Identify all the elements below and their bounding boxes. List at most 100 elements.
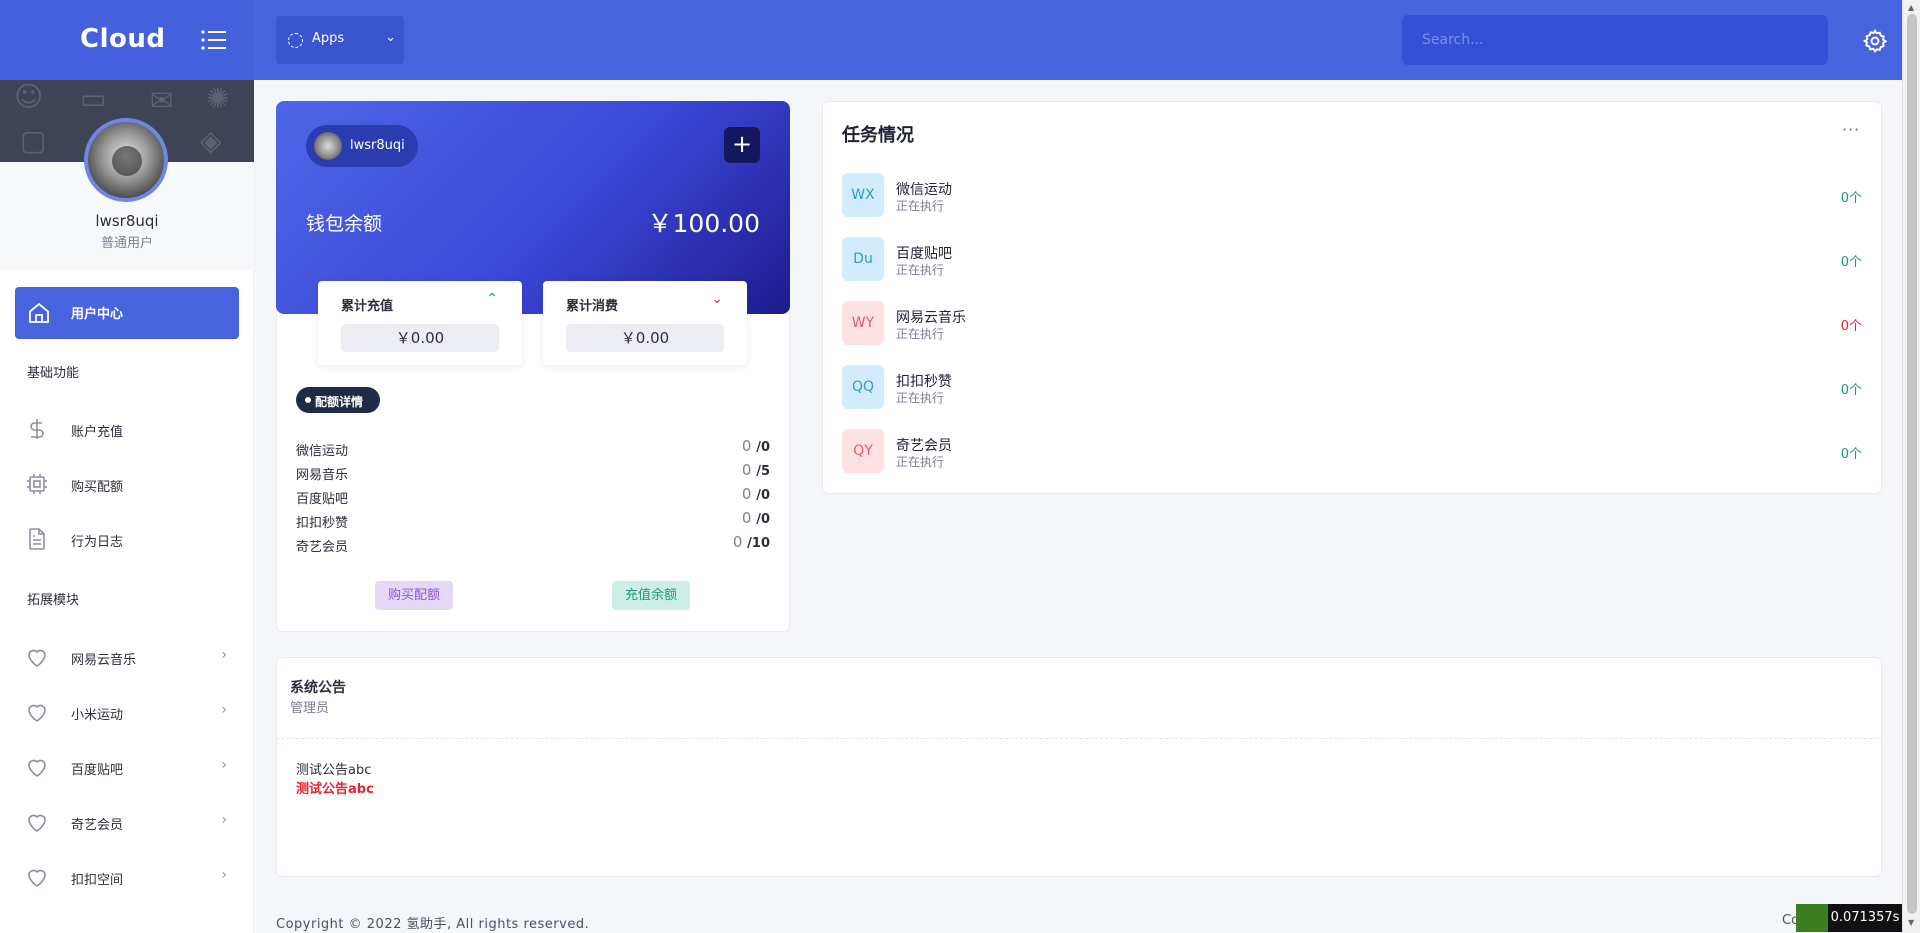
task-row[interactable]: WX 微信运动 正在执行 0个 bbox=[842, 173, 1862, 217]
notice-line-highlight: 测试公告abc bbox=[296, 782, 374, 797]
task-row[interactable]: QQ 扣扣秒赞 正在执行 0个 bbox=[842, 365, 1862, 409]
task-badge: QY bbox=[842, 429, 884, 473]
section-basic: 基础功能 bbox=[27, 366, 80, 381]
sidebar-item-label: 扣扣空间 bbox=[71, 873, 124, 888]
chevron-right-icon: › bbox=[221, 812, 227, 828]
sidebar-item-mi-sport[interactable]: 小米运动 › bbox=[15, 690, 239, 734]
task-status: 正在执行 bbox=[896, 199, 945, 213]
buy-quota-button[interactable]: 购买配额 bbox=[375, 581, 453, 610]
total-recharge-title: 累计充值 bbox=[341, 299, 394, 314]
task-name: 微信运动 bbox=[896, 182, 952, 198]
wallet-user-pill[interactable]: lwsr8uqi bbox=[306, 125, 418, 167]
chevron-down-icon: ⌄ bbox=[385, 30, 396, 45]
search-input[interactable] bbox=[1402, 15, 1828, 65]
sidebar-item-user-center[interactable]: 用户中心 bbox=[15, 287, 239, 339]
notice-line: 测试公告abc bbox=[296, 763, 372, 778]
quota-row: 百度贴吧 0 /0 bbox=[296, 485, 770, 507]
monitor-icon: ▭ bbox=[80, 82, 107, 115]
wallet-user-name: lwsr8uqi bbox=[350, 138, 405, 153]
notice-author: 管理员 bbox=[290, 701, 330, 716]
task-count: 0个 bbox=[1840, 319, 1862, 334]
quota-details-badge[interactable]: 配额详情 bbox=[296, 387, 380, 413]
gear-icon[interactable] bbox=[1862, 28, 1888, 54]
quota-name: 网易音乐 bbox=[296, 468, 349, 483]
menu-list-icon[interactable] bbox=[200, 28, 228, 52]
add-button[interactable]: + bbox=[724, 127, 760, 163]
sidebar-item-label: 百度贴吧 bbox=[71, 763, 124, 778]
chevron-down-icon: ⌄ bbox=[711, 291, 723, 307]
task-badge: WY bbox=[842, 301, 884, 345]
apps-dropdown[interactable]: Apps ⌄ bbox=[276, 16, 404, 64]
quota-row: 奇艺会员 0 /10 bbox=[296, 533, 770, 555]
quota-total: /10 bbox=[747, 536, 770, 551]
recharge-balance-button[interactable]: 充值余额 bbox=[612, 581, 690, 610]
gamepad-icon: ◈ bbox=[200, 124, 222, 157]
quota-value: 0 /0 bbox=[742, 437, 770, 455]
sidebar-item-netease-music[interactable]: 网易云音乐 › bbox=[15, 635, 239, 679]
cpu-icon bbox=[27, 474, 47, 494]
task-count: 0个 bbox=[1840, 383, 1862, 398]
task-status: 正在执行 bbox=[896, 455, 945, 469]
sidebar-item-iqiyi-vip[interactable]: 奇艺会员 › bbox=[15, 800, 239, 844]
task-row[interactable]: WY 网易云音乐 正在执行 0个 bbox=[842, 301, 1862, 345]
sidebar-item-recharge[interactable]: 账户充值 bbox=[15, 407, 239, 451]
sidebar-item-label: 奇艺会员 bbox=[71, 818, 124, 833]
more-options-icon[interactable]: ··· bbox=[1842, 120, 1860, 139]
chevron-up-icon: ⌃ bbox=[486, 291, 498, 307]
heart-icon bbox=[28, 704, 46, 722]
brand-title[interactable]: Cloud bbox=[80, 24, 165, 54]
chevron-right-icon: › bbox=[221, 702, 227, 718]
total-consume-title: 累计消费 bbox=[566, 299, 619, 314]
quota-row: 扣扣秒赞 0 /0 bbox=[296, 509, 770, 531]
sidebar-item-qq-space[interactable]: 扣扣空间 › bbox=[15, 855, 239, 899]
quota-value: 0 /0 bbox=[742, 509, 770, 527]
quota-used: 0 bbox=[741, 485, 752, 503]
quota-used: 0 bbox=[741, 461, 752, 479]
task-badge: Du bbox=[842, 237, 884, 281]
footer-copyright: Copyright © 2022 氢助手, All rights reserve… bbox=[276, 917, 590, 932]
scroll-down-arrow-icon[interactable]: ▼ bbox=[1908, 918, 1914, 927]
sidebar: ☺ ▭ ✉ ✺ ▢ ◈ lwsr8uqi 普通用户 用户中心 基础功能 账户充值… bbox=[0, 80, 254, 933]
quota-row: 微信运动 0 /0 bbox=[296, 437, 770, 459]
task-badge: QQ bbox=[842, 365, 884, 409]
task-row[interactable]: QY 奇艺会员 正在执行 0个 bbox=[842, 429, 1862, 473]
quota-total: /0 bbox=[756, 488, 770, 503]
page-timer[interactable]: 0.071357s bbox=[1828, 904, 1902, 932]
user-name: lwsr8uqi bbox=[95, 212, 159, 230]
chevron-right-icon: › bbox=[221, 647, 227, 663]
smile-icon: ☺ bbox=[14, 80, 44, 113]
avatar[interactable] bbox=[84, 118, 168, 202]
quota-total: /5 bbox=[756, 464, 770, 479]
scroll-up-arrow-icon[interactable]: ▲ bbox=[1908, 3, 1914, 12]
doc-icon: ▢ bbox=[20, 124, 47, 157]
total-recharge-card: 累计充值 ⌃ ￥0.00 bbox=[318, 281, 522, 365]
avatar bbox=[314, 132, 342, 160]
page-scrollbar[interactable]: ▲ ▼ bbox=[1902, 0, 1920, 933]
quota-value: 0 /5 bbox=[742, 461, 770, 479]
atom-icon: ✺ bbox=[206, 82, 230, 115]
quota-name: 微信运动 bbox=[296, 444, 349, 459]
sidebar-item-baidu-tieba[interactable]: 百度贴吧 › bbox=[15, 745, 239, 789]
task-status: 正在执行 bbox=[896, 391, 945, 405]
task-count: 0个 bbox=[1840, 447, 1862, 462]
task-count: 0个 bbox=[1840, 255, 1862, 270]
quota-total: /0 bbox=[756, 512, 770, 527]
quota-used: 0 bbox=[741, 437, 752, 455]
scrollbar-thumb[interactable] bbox=[1907, 14, 1917, 914]
task-count: 0个 bbox=[1840, 191, 1862, 206]
debug-logo-icon[interactable] bbox=[1796, 904, 1828, 932]
user-role: 普通用户 bbox=[100, 236, 153, 251]
sidebar-item-logs[interactable]: 行为日志 bbox=[15, 517, 239, 561]
heart-icon bbox=[28, 869, 46, 887]
task-row[interactable]: Du 百度贴吧 正在执行 0个 bbox=[842, 237, 1862, 281]
dot-icon bbox=[305, 397, 311, 403]
quota-value: 0 /10 bbox=[733, 533, 770, 551]
sidebar-item-label: 用户中心 bbox=[71, 307, 124, 322]
sidebar-item-buy-quota[interactable]: 购买配额 bbox=[15, 462, 239, 506]
system-notice-card bbox=[276, 657, 1882, 877]
wallet-label: 钱包余额 bbox=[306, 213, 383, 235]
task-name: 扣扣秒赞 bbox=[896, 374, 952, 390]
total-recharge-value: ￥0.00 bbox=[341, 324, 499, 352]
chevron-right-icon: › bbox=[221, 757, 227, 773]
chat-icon: ✉ bbox=[150, 84, 174, 117]
